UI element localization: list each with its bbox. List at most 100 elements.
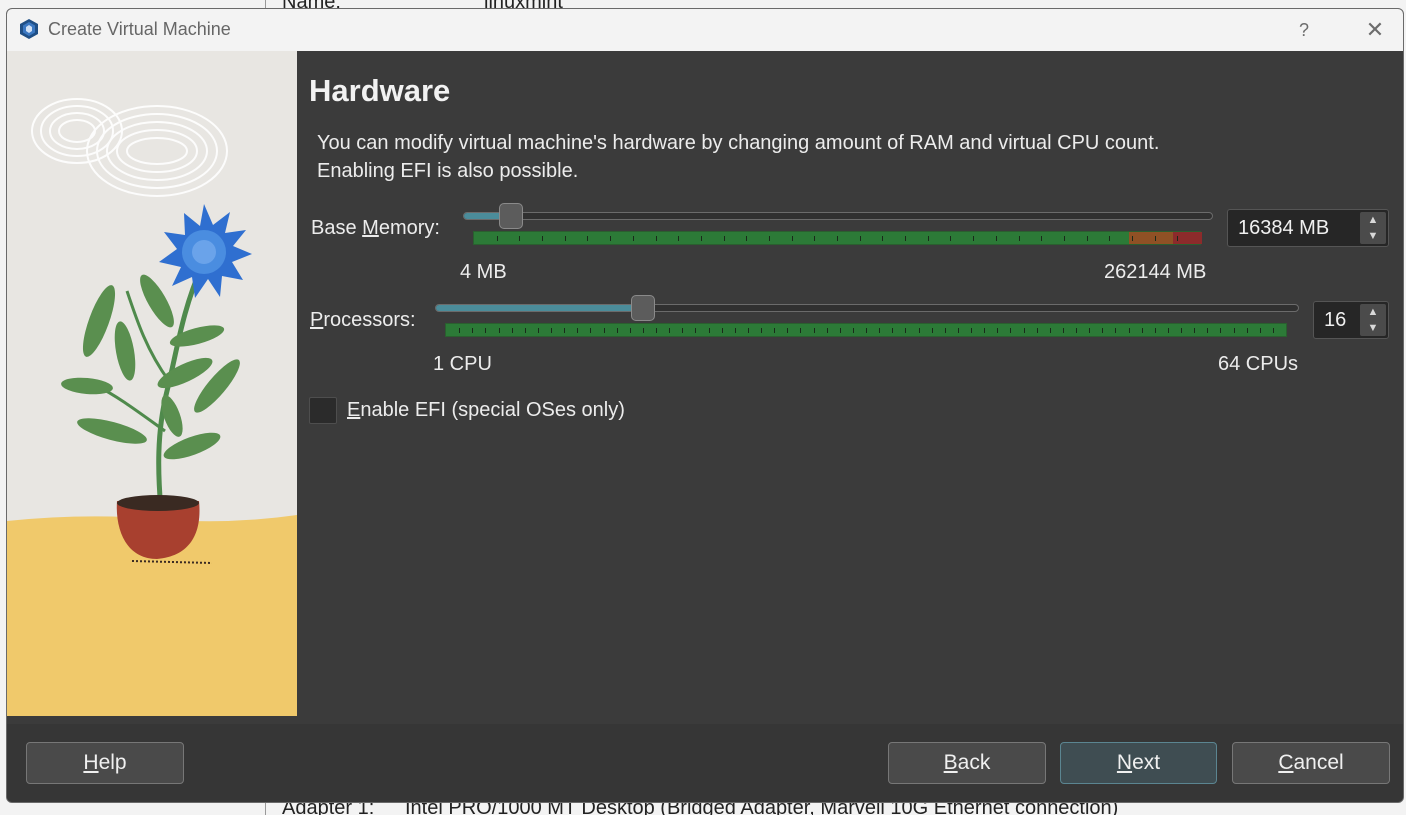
scale-tick xyxy=(905,328,906,333)
scale-tick xyxy=(919,328,920,333)
scale-tick xyxy=(1220,328,1221,333)
processors-slider[interactable] xyxy=(435,295,1299,321)
scale-tick xyxy=(860,236,861,241)
page-description: You can modify virtual machine's hardwar… xyxy=(317,129,1317,185)
base-memory-slider-handle[interactable] xyxy=(499,203,523,229)
processors-spinbox[interactable]: 16 ▲ ▼ xyxy=(1313,301,1389,339)
spin-up-icon[interactable]: ▲ xyxy=(1360,212,1386,228)
scale-tick xyxy=(882,236,883,241)
scale-tick xyxy=(792,236,793,241)
scale-tick xyxy=(1260,328,1261,333)
scale-tick xyxy=(1076,328,1077,333)
processors-max-label: 64 CPUs xyxy=(1218,353,1299,375)
scale-tick xyxy=(1115,328,1116,333)
scale-tick xyxy=(1247,328,1248,333)
scale-tick xyxy=(701,236,702,241)
scale-tick xyxy=(1155,328,1156,333)
scale-tick xyxy=(542,236,543,241)
base-memory-spinbox[interactable]: 16384 MB ▲ ▼ xyxy=(1227,209,1389,247)
scale-tick xyxy=(950,236,951,241)
cancel-button[interactable]: Cancel xyxy=(1232,742,1390,784)
scale-tick xyxy=(1089,328,1090,333)
scale-tick xyxy=(538,328,539,333)
scale-tick xyxy=(932,328,933,333)
scale-tick xyxy=(837,236,838,241)
scale-tick xyxy=(1087,236,1088,241)
scale-tick xyxy=(497,236,498,241)
next-button[interactable]: Next xyxy=(1060,742,1217,784)
scale-tick xyxy=(633,236,634,241)
scale-tick xyxy=(577,328,578,333)
base-memory-scale xyxy=(473,231,1202,245)
scale-tick xyxy=(1037,328,1038,333)
processors-spin-buttons: ▲ ▼ xyxy=(1360,304,1386,336)
scale-tick xyxy=(866,328,867,333)
processors-value[interactable]: 16 xyxy=(1324,309,1346,332)
scale-tick xyxy=(928,236,929,241)
background-window-bottom: Adapter 1: Intel PRO/1000 MT Desktop (Br… xyxy=(0,803,1406,815)
processors-scale xyxy=(445,323,1287,337)
scale-tick xyxy=(564,328,565,333)
scale-tick xyxy=(1019,236,1020,241)
scale-tick xyxy=(682,328,683,333)
scale-tick xyxy=(958,328,959,333)
spin-up-icon[interactable]: ▲ xyxy=(1360,304,1386,320)
scale-tick xyxy=(519,236,520,241)
scale-tick xyxy=(1273,328,1274,333)
scale-tick xyxy=(1132,236,1133,241)
scale-tick xyxy=(800,328,801,333)
back-button[interactable]: Back xyxy=(888,742,1046,784)
create-vm-dialog: Create Virtual Machine ? ✕ Hardware You … xyxy=(6,8,1404,803)
scale-tick xyxy=(892,328,893,333)
scale-tick xyxy=(973,236,974,241)
enable-efi-label[interactable]: Enable EFI (special OSes only) xyxy=(347,399,625,422)
scale-tick xyxy=(879,328,880,333)
scale-tick xyxy=(1177,236,1178,241)
scale-tick xyxy=(1168,328,1169,333)
scale-tick xyxy=(814,236,815,241)
scale-tick xyxy=(604,328,605,333)
spin-down-icon[interactable]: ▼ xyxy=(1360,320,1386,336)
scale-tick xyxy=(1181,328,1182,333)
scale-tick xyxy=(472,328,473,333)
base-memory-label: Base Memory: xyxy=(311,217,440,239)
scale-tick xyxy=(840,328,841,333)
scale-tick xyxy=(769,236,770,241)
processors-slider-fill xyxy=(436,305,643,311)
scale-tick xyxy=(746,236,747,241)
scale-tick xyxy=(617,328,618,333)
close-icon[interactable]: ✕ xyxy=(1353,15,1397,45)
scale-tick xyxy=(1010,328,1011,333)
scale-tick xyxy=(1024,328,1025,333)
base-memory-scale-warning-zone xyxy=(1129,232,1173,244)
base-memory-min-label: 4 MB xyxy=(460,261,507,283)
scale-tick xyxy=(656,328,657,333)
scale-tick xyxy=(459,328,460,333)
virtualbox-icon xyxy=(20,19,38,39)
description-line-1: You can modify virtual machine's hardwar… xyxy=(317,132,1160,154)
scale-tick xyxy=(1142,328,1143,333)
title-bar[interactable]: Create Virtual Machine ? ✕ xyxy=(7,9,1403,51)
scale-tick xyxy=(695,328,696,333)
scale-tick xyxy=(678,236,679,241)
window-title: Create Virtual Machine xyxy=(48,19,231,39)
scale-tick xyxy=(669,328,670,333)
background-adapter-label: Adapter 1: xyxy=(282,803,375,815)
help-question-icon[interactable]: ? xyxy=(1282,15,1326,45)
base-memory-value[interactable]: 16384 MB xyxy=(1238,217,1329,240)
help-button[interactable]: Help xyxy=(26,742,184,784)
processors-label: Processors: xyxy=(310,309,416,331)
base-memory-slider[interactable] xyxy=(463,203,1213,229)
scale-tick xyxy=(1129,328,1130,333)
scale-tick xyxy=(971,328,972,333)
processors-slider-handle[interactable] xyxy=(631,295,655,321)
scale-tick xyxy=(1050,328,1051,333)
spin-down-icon[interactable]: ▼ xyxy=(1360,228,1386,244)
scale-tick xyxy=(1102,328,1103,333)
enable-efi-checkbox[interactable] xyxy=(309,397,337,424)
scale-tick xyxy=(1064,236,1065,241)
scale-tick xyxy=(610,236,611,241)
processors-min-label: 1 CPU xyxy=(433,353,492,375)
scale-tick xyxy=(630,328,631,333)
scale-tick xyxy=(984,328,985,333)
